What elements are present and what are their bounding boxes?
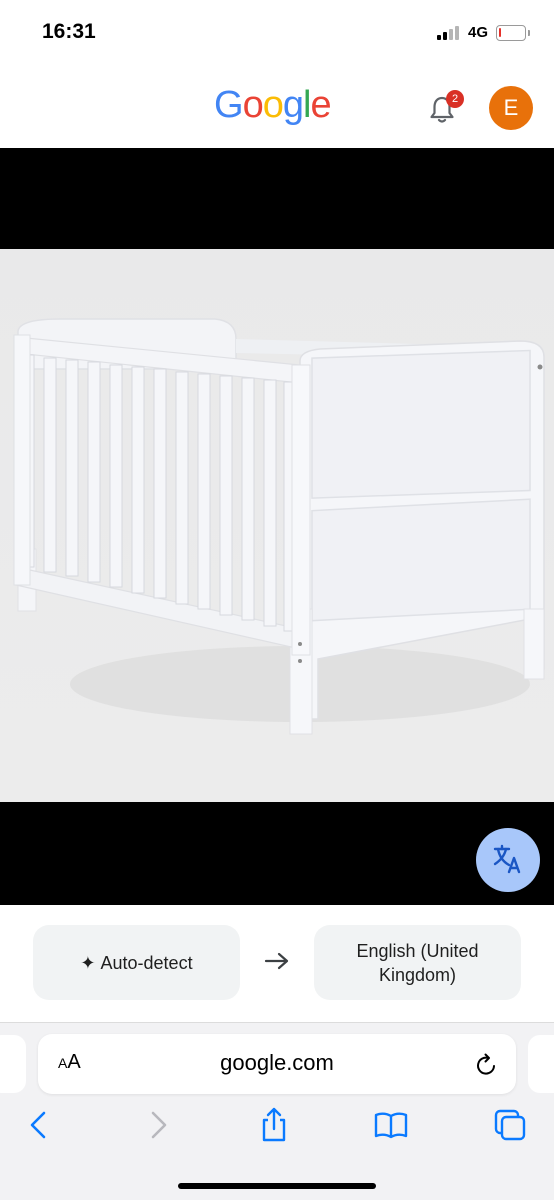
- product-image-cot-bed[interactable]: [0, 249, 554, 802]
- arrow-right-icon: [264, 952, 289, 970]
- reload-icon[interactable]: [475, 1051, 499, 1077]
- status-time: 16:31: [42, 20, 96, 43]
- battery-icon: [496, 25, 526, 41]
- network-type: 4G: [468, 24, 489, 41]
- bookmarks-icon[interactable]: [371, 1105, 411, 1145]
- logo-letter: e: [310, 84, 331, 126]
- back-icon[interactable]: [19, 1105, 59, 1145]
- target-language-line2: Kingdom): [378, 964, 457, 985]
- account-avatar[interactable]: E: [489, 86, 533, 130]
- image-viewer: [0, 148, 554, 905]
- home-indicator: [178, 1183, 376, 1189]
- address-bar[interactable]: AA google.com: [38, 1034, 516, 1094]
- translate-icon: [493, 844, 521, 874]
- google-logo[interactable]: Google: [214, 84, 332, 127]
- source-language-label: Auto-detect: [100, 952, 193, 973]
- battery-level: [499, 28, 501, 37]
- google-header: Google 2 E: [0, 66, 554, 148]
- target-language-button[interactable]: English (United Kingdom): [314, 925, 521, 1000]
- browser-bottom-bar: AA google.com: [0, 1022, 554, 1200]
- logo-letter: g: [282, 84, 304, 126]
- translate-image-button[interactable]: [476, 828, 540, 892]
- notification-badge: 2: [446, 90, 464, 108]
- logo-letter: o: [262, 84, 284, 126]
- share-icon[interactable]: [254, 1105, 294, 1145]
- url-text[interactable]: google.com: [38, 1050, 516, 1076]
- translate-language-bar: ✦ Auto-detect English (United Kingdom): [0, 905, 554, 1022]
- screen: 16:31 4G Google 2 E ✦ Auto-detect Englis…: [0, 0, 554, 1200]
- next-tab-preview[interactable]: [528, 1035, 554, 1093]
- tabs-icon[interactable]: [490, 1105, 530, 1145]
- status-bar: 16:31 4G: [0, 0, 554, 66]
- forward-icon[interactable]: [138, 1105, 178, 1145]
- logo-letter: o: [242, 84, 264, 126]
- target-language-line1: English (United: [356, 940, 479, 961]
- browser-toolbar: [0, 1105, 554, 1155]
- source-language-button[interactable]: ✦ Auto-detect: [33, 925, 240, 1000]
- battery-cap: [528, 30, 530, 36]
- sparkle-icon: ✦: [80, 952, 96, 973]
- target-language-label: English (United Kingdom): [356, 939, 478, 987]
- signal-icon: [437, 26, 463, 40]
- previous-tab-preview[interactable]: [0, 1035, 26, 1093]
- cot-bed-illustration: [0, 249, 554, 802]
- logo-letter: G: [214, 84, 244, 126]
